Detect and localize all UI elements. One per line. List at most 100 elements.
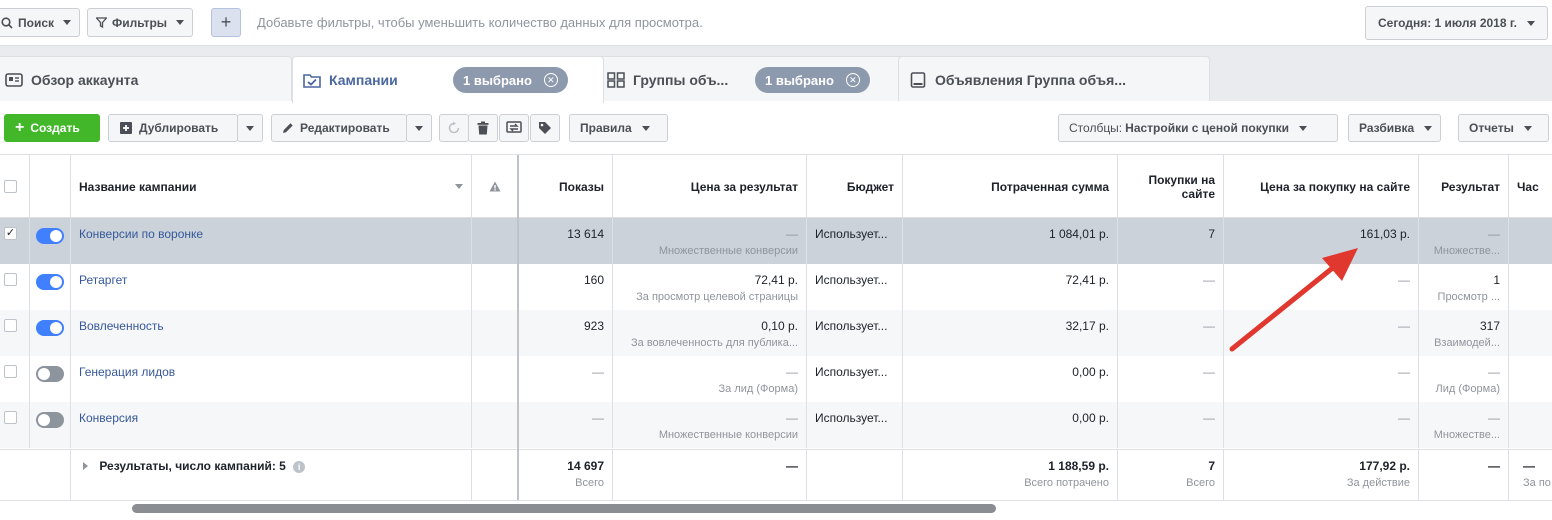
horizontal-scrollbar[interactable]: [0, 500, 1552, 520]
campaign-status-toggle[interactable]: [36, 274, 64, 290]
column-header-results[interactable]: Результат: [1419, 155, 1509, 218]
selection-badge[interactable]: 1 выбрано ✕: [755, 67, 870, 93]
tag-button[interactable]: [530, 114, 560, 142]
add-filter-button[interactable]: +: [211, 8, 241, 37]
column-header-cost-per-result[interactable]: Цена за результат: [613, 155, 807, 218]
pencil-icon: [283, 123, 293, 133]
column-header-amount-spent[interactable]: Потраченная сумма: [903, 155, 1118, 218]
row-select-cell: [0, 356, 30, 402]
clear-selection-icon[interactable]: ✕: [543, 73, 558, 87]
row-checkbox[interactable]: ✓: [4, 227, 17, 240]
edit-button[interactable]: Редактировать: [271, 114, 407, 142]
tab-account-overview[interactable]: Обзор аккаунта: [0, 56, 292, 102]
refresh-button[interactable]: [439, 114, 469, 142]
cell-result: 317 Взаимодей...: [1419, 310, 1509, 356]
clear-selection-icon[interactable]: ✕: [845, 73, 860, 87]
chevron-down-icon: [1424, 125, 1433, 131]
delete-button[interactable]: [468, 114, 498, 142]
sub: Всего: [1186, 477, 1215, 489]
date-range-button[interactable]: Сегодня: 1 июля 2018 г.: [1364, 6, 1548, 40]
rules-button[interactable]: Правила: [569, 114, 668, 142]
campaign-name-link[interactable]: Генерация лидов: [79, 365, 175, 379]
breakdown-button[interactable]: Разбивка: [1348, 114, 1441, 142]
cell-subtext: Лид (Форма): [1435, 383, 1500, 395]
cell-spent: 1 084,01 р.: [903, 218, 1118, 264]
campaigns-table: Название кампании Показы Цена за результ…: [0, 155, 1552, 501]
table-row[interactable]: Конверсия — — Множественные конверсии Исполь…: [0, 402, 1552, 448]
cell-subtext: Множественные конверсии: [658, 429, 798, 441]
tab-ads[interactable]: Объявления Группа объя...: [898, 56, 1210, 102]
breakdown-label: Разбивка: [1359, 121, 1415, 135]
campaign-status-toggle[interactable]: [36, 320, 64, 336]
cell-value: 1 084,01 р.: [1048, 227, 1109, 241]
campaign-status-toggle[interactable]: [36, 228, 64, 244]
campaign-name-link[interactable]: Конверсии по воронке: [79, 227, 203, 241]
column-header-name[interactable]: Название кампании: [71, 155, 472, 218]
reports-button[interactable]: Отчеты: [1458, 114, 1549, 142]
row-checkbox[interactable]: [4, 273, 17, 286]
duplicate-button[interactable]: Дублировать: [108, 114, 238, 142]
column-header-impressions[interactable]: Показы: [518, 155, 613, 218]
sub: За по: [1523, 477, 1551, 489]
expand-caret-icon[interactable]: [83, 462, 88, 470]
edit-dropdown-button[interactable]: [406, 114, 432, 142]
cell-spent: 32,17 р.: [903, 310, 1118, 356]
select-all-cell: [0, 155, 30, 218]
scrollbar-thumb[interactable]: [132, 504, 996, 513]
cell-budget: Использует...: [807, 356, 903, 402]
row-warning-cell: [472, 218, 518, 264]
tab-campaigns[interactable]: Кампании 1 выбрано ✕: [292, 56, 604, 103]
cell-value: Использует...: [815, 411, 888, 425]
filters-button[interactable]: Фильтры: [87, 8, 194, 37]
campaign-name-link[interactable]: Конверсия: [79, 411, 138, 425]
column-header-budget[interactable]: Бюджет: [807, 155, 903, 218]
cell-result: — Множестве...: [1419, 402, 1509, 448]
refresh-icon: [448, 121, 460, 134]
sort-caret-icon[interactable]: [455, 184, 463, 189]
columns-prefix: Столбцы:: [1069, 121, 1123, 135]
campaign-name-cell: Конверсии по воронке: [71, 218, 472, 264]
row-warning-cell: [472, 402, 518, 448]
campaign-name-link[interactable]: Ретаргет: [79, 273, 127, 287]
cell-value: 923: [583, 319, 604, 333]
cell-value: —: [1398, 365, 1410, 379]
cell-value: Использует...: [815, 227, 888, 241]
row-checkbox[interactable]: [4, 365, 17, 378]
column-header-purchases[interactable]: Покупки на сайте: [1118, 155, 1224, 218]
table-row[interactable]: Ретаргет 160 72,41 р. За просмотр целевой с…: [0, 264, 1552, 310]
column-label: Название кампании: [79, 179, 197, 194]
row-checkbox[interactable]: [4, 319, 17, 332]
select-all-checkbox[interactable]: [4, 180, 17, 193]
table-row[interactable]: Генерация лидов — — За лид (Форма) Используе…: [0, 356, 1552, 402]
table-row[interactable]: ✓ Конверсии по воронке 13 614 — Множественны…: [0, 218, 1552, 264]
search-button[interactable]: Поиск: [0, 8, 81, 37]
value: 1 188,59 р.: [1048, 459, 1109, 473]
totals-budget: [807, 450, 903, 501]
campaign-status-toggle[interactable]: [36, 366, 64, 382]
campaign-status-toggle[interactable]: [36, 412, 64, 428]
row-checkbox[interactable]: [4, 411, 17, 424]
selection-badge[interactable]: 1 выбрано ✕: [453, 67, 568, 93]
column-header-cost-per-purchase[interactable]: Цена за покупку на сайте: [1224, 155, 1419, 218]
table-row[interactable]: Вовлеченность 923 0,10 р. За вовлеченность …: [0, 310, 1552, 356]
tab-ad-sets[interactable]: Группы объ... 1 выбрано ✕: [596, 56, 904, 102]
create-button[interactable]: + Создать: [4, 114, 100, 142]
warning-header: [472, 155, 518, 218]
cell-value: —: [1398, 411, 1410, 425]
filter-icon: [96, 17, 107, 28]
info-icon[interactable]: i: [293, 461, 306, 473]
frozen-column-divider[interactable]: [517, 155, 519, 500]
duplicate-dropdown-button[interactable]: [237, 114, 263, 142]
totals-purchases: 7 Всего: [1118, 450, 1224, 501]
cell-cpr: — Множественные конверсии: [613, 402, 807, 448]
chevron-down-icon: [246, 125, 254, 131]
ab-test-button[interactable]: [499, 114, 529, 142]
cell-value: —: [1398, 273, 1410, 287]
column-header-last[interactable]: Час: [1509, 155, 1552, 218]
cell-value: —: [592, 365, 604, 379]
columns-button[interactable]: Столбцы: Настройки с ценой покупки: [1058, 114, 1338, 142]
campaign-name-link[interactable]: Вовлеченность: [79, 319, 164, 333]
cell-value: —: [1488, 411, 1500, 425]
cell-subtext: За лид (Форма): [718, 383, 798, 395]
campaign-name-cell: Конверсия: [71, 402, 472, 448]
